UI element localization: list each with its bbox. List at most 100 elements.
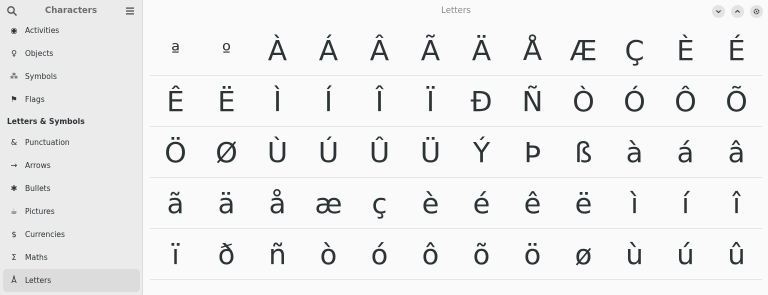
sidebar-item-label: Bullets [25,184,51,193]
character-cell[interactable]: ê [507,178,558,229]
sidebar-list: ◉ Activities ♀ Objects ⁂ Symbols ⚑ Flags Letters… [0,19,142,292]
sidebar-item-maths[interactable]: Σ Maths [0,246,142,269]
character-cell[interactable]: å [252,178,303,229]
character-cell[interactable]: Á [303,25,354,76]
sidebar-item-pictures[interactable]: ☕ Pictures [0,200,142,223]
character-cell[interactable]: Æ [558,25,609,76]
character-cell[interactable]: Ë [201,76,252,127]
sidebar-item-flags[interactable]: ⚑ Flags [0,88,142,111]
sidebar-item-label: Arrows [25,161,51,170]
character-cell[interactable]: Ñ [507,76,558,127]
character-cell[interactable]: Þ [507,127,558,178]
character-row: ãäåæçèéêëìíî [150,178,762,229]
scroll-up-button[interactable] [731,5,744,18]
character-cell[interactable]: Ó [609,76,660,127]
character-cell[interactable]: ª [150,25,201,76]
lightbulb-icon: ♀ [11,48,17,58]
character-cell[interactable]: Í [303,76,354,127]
character-cell[interactable]: í [660,178,711,229]
character-cell[interactable]: Ç [609,25,660,76]
sidebar-item-label: Pictures [25,207,55,216]
character-cell[interactable]: Ä [456,25,507,76]
character-cell[interactable]: Ô [660,76,711,127]
sidebar-item-activities[interactable]: ◉ Activities [0,19,142,42]
hamburger-menu-icon[interactable] [125,6,135,16]
character-cell[interactable]: Ü [405,127,456,178]
character-cell[interactable]: Ö [150,127,201,178]
character-cell[interactable]: ù [609,229,660,280]
sidebar-section-header: Letters & Symbols [7,116,85,126]
character-cell[interactable]: ç [354,178,405,229]
character-cell[interactable]: õ [456,229,507,280]
character-cell[interactable]: è [405,178,456,229]
character-cell[interactable]: Ø [201,127,252,178]
character-cell[interactable]: ð [201,229,252,280]
character-cell[interactable]: ú [660,229,711,280]
settings-button[interactable] [750,5,763,18]
arrow-icon: → [10,160,18,170]
character-cell[interactable]: ä [201,178,252,229]
page-title: Letters [441,6,471,16]
character-cell[interactable]: À [252,25,303,76]
character-cell[interactable]: È [660,25,711,76]
activities-icon: ◉ [10,25,18,35]
chevron-up-icon [734,9,741,13]
character-cell[interactable]: ñ [252,229,303,280]
character-row: ÖØÙÚÛÜÝÞßàáâ [150,127,762,178]
character-cell[interactable]: ò [303,229,354,280]
character-cell[interactable]: ö [507,229,558,280]
scroll-down-button[interactable] [712,5,725,18]
character-row: ÊËÌÍÎÏÐÑÒÓÔÕ [150,76,762,127]
sidebar-title: Characters [44,6,98,16]
character-grid: ªºÀÁÂÃÄÅÆÇÈÉÊËÌÍÎÏÐÑÒÓÔÕÖØÙÚÛÜÝÞßàáâãäåæ… [150,25,762,280]
character-cell[interactable]: Ê [150,76,201,127]
sidebar-item-letters[interactable]: Å Letters [3,269,140,292]
character-cell[interactable]: û [711,229,762,280]
character-cell[interactable]: à [609,127,660,178]
character-cell[interactable]: á [660,127,711,178]
character-cell[interactable]: Ï [405,76,456,127]
chevron-down-icon [715,10,722,14]
flag-icon: ⚑ [10,94,18,104]
character-cell[interactable]: Î [354,76,405,127]
character-cell[interactable]: Â [354,25,405,76]
sigma-icon: Σ [11,252,17,262]
character-cell[interactable]: Û [354,127,405,178]
character-cell[interactable]: Ì [252,76,303,127]
character-cell[interactable]: â [711,127,762,178]
sidebar-item-arrows[interactable]: → Arrows [0,154,142,177]
sidebar: Characters ◉ Activities ♀ Objects ⁂ Symbols ⚑ F… [0,0,143,295]
character-cell[interactable]: ø [558,229,609,280]
character-cell[interactable]: î [711,178,762,229]
sidebar-item-bullets[interactable]: ✱ Bullets [0,177,142,200]
character-cell[interactable]: É [711,25,762,76]
sidebar-item-punctuation[interactable]: & Punctuation [0,131,142,154]
character-cell[interactable]: Ò [558,76,609,127]
sidebar-item-label: Currencies [25,230,65,239]
character-cell[interactable]: ó [354,229,405,280]
bullet-icon: ✱ [10,183,18,193]
character-cell[interactable]: ë [558,178,609,229]
character-cell[interactable]: Ã [405,25,456,76]
character-cell[interactable]: ã [150,178,201,229]
symbols-icon: ⁂ [10,71,18,81]
character-cell[interactable]: º [201,25,252,76]
character-cell[interactable]: ì [609,178,660,229]
character-cell[interactable]: ß [558,127,609,178]
character-cell[interactable]: Õ [711,76,762,127]
character-cell[interactable]: ô [405,229,456,280]
gear-icon [753,8,760,15]
sidebar-item-currencies[interactable]: $ Currencies [0,223,142,246]
sidebar-item-symbols[interactable]: ⁂ Symbols [0,65,142,88]
sidebar-item-objects[interactable]: ♀ Objects [0,42,142,65]
character-cell[interactable]: Å [507,25,558,76]
character-cell[interactable]: é [456,178,507,229]
character-cell[interactable]: Ý [456,127,507,178]
character-row: ïðñòóôõöøùúû [150,229,762,280]
character-cell[interactable]: Ù [252,127,303,178]
character-cell[interactable]: æ [303,178,354,229]
sidebar-item-label: Symbols [25,72,57,81]
character-cell[interactable]: Ð [456,76,507,127]
character-cell[interactable]: ï [150,229,201,280]
character-cell[interactable]: Ú [303,127,354,178]
